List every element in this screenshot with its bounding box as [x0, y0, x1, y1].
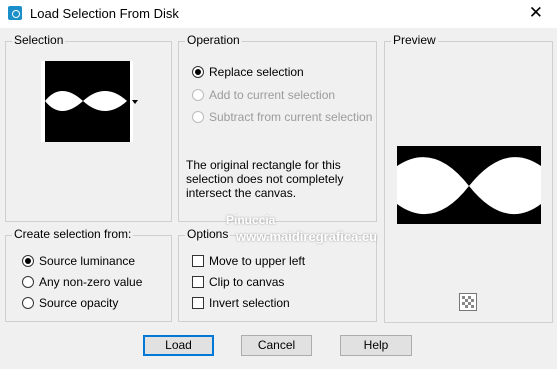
create-from-group: Create selection from: Source luminance … — [5, 227, 172, 322]
watermark-name: Pinuccia — [226, 213, 276, 227]
check-invert-selection[interactable]: Invert selection — [192, 296, 290, 310]
check-move-to-upper-left[interactable]: Move to upper left — [192, 254, 305, 268]
preview-group-label: Preview — [391, 33, 438, 47]
radio-button — [192, 89, 204, 101]
watermark-url: www.maidiregrafica.eu — [236, 229, 378, 244]
help-button[interactable]: Help — [340, 335, 412, 356]
radio-any-non-zero[interactable]: Any non-zero value — [22, 275, 142, 289]
title-bar: Load Selection From Disk ✕ — [0, 0, 557, 28]
preview-image — [397, 146, 541, 224]
close-button[interactable]: ✕ — [529, 3, 543, 23]
radio-button[interactable] — [22, 297, 34, 309]
operation-group-label: Operation — [185, 33, 242, 47]
radio-button[interactable] — [192, 66, 204, 78]
radio-button[interactable] — [22, 255, 34, 267]
radio-source-opacity[interactable]: Source opacity — [22, 296, 118, 310]
checkbox[interactable] — [192, 276, 204, 288]
dropdown-arrow-icon[interactable] — [132, 100, 138, 104]
radio-add-to-selection: Add to current selection — [192, 88, 335, 102]
cancel-button[interactable]: Cancel — [241, 335, 312, 356]
radio-source-luminance[interactable]: Source luminance — [22, 254, 135, 268]
radio-label: Source opacity — [39, 296, 119, 310]
radio-button[interactable] — [22, 276, 34, 288]
app-icon — [8, 6, 22, 20]
checkbox-label: Move to upper left — [209, 254, 306, 268]
create-from-group-label: Create selection from: — [12, 227, 134, 241]
selection-group: Selection — [5, 33, 172, 222]
operation-group: Operation Replace selection Add to curre… — [178, 33, 377, 222]
checkbox[interactable] — [192, 297, 204, 309]
selection-group-label: Selection — [12, 33, 66, 47]
window-title: Load Selection From Disk — [30, 6, 179, 21]
check-clip-to-canvas[interactable]: Clip to canvas — [192, 275, 284, 289]
radio-button — [192, 111, 204, 123]
radio-label: Add to current selection — [209, 88, 336, 102]
checkbox-label: Clip to canvas — [209, 275, 285, 289]
radio-replace-selection[interactable]: Replace selection — [192, 65, 304, 79]
checkbox[interactable] — [192, 255, 204, 267]
radio-label: Subtract from current selection — [209, 110, 373, 124]
radio-label: Source luminance — [39, 254, 136, 268]
load-button[interactable]: Load — [143, 335, 214, 356]
radio-label: Replace selection — [209, 65, 304, 79]
navigator-icon[interactable] — [459, 293, 477, 311]
checkbox-label: Invert selection — [209, 296, 290, 310]
options-group: Options Move to upper left Clip to canva… — [178, 227, 377, 322]
radio-label: Any non-zero value — [39, 275, 143, 289]
radio-subtract-from-selection: Subtract from current selection — [192, 110, 372, 124]
operation-note: The original rectangle for this selectio… — [186, 158, 344, 200]
preview-group: Preview — [384, 33, 553, 323]
selection-thumbnail[interactable] — [41, 61, 133, 142]
options-group-label: Options — [185, 227, 231, 241]
